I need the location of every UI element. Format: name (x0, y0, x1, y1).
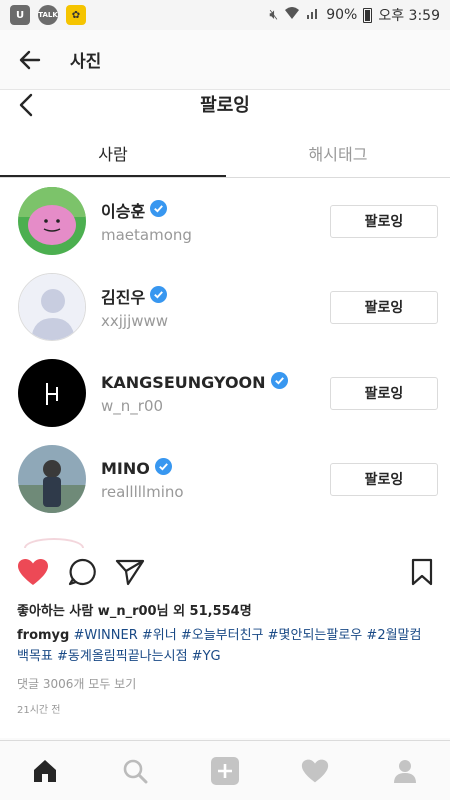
hashtag[interactable]: #YG (192, 649, 221, 664)
avatar[interactable] (18, 273, 86, 341)
following-panel: 팔로잉 사람 해시태그 이승훈 maetamong 팔로잉 김진우 xxjjjw… (0, 90, 450, 548)
username[interactable]: 김진우 (101, 284, 145, 308)
arrow-left-icon (19, 50, 41, 69)
heart-icon[interactable] (17, 558, 49, 590)
clock: 오후 3:59 (378, 8, 440, 24)
nav-activity[interactable] (295, 751, 335, 791)
hashtag[interactable]: #위너 (142, 628, 177, 643)
verified-badge-icon (154, 457, 172, 479)
username[interactable]: KANGSEUNGYOON (101, 373, 266, 392)
post-footer: 좋아하는 사람 w_n_r00님 외 51,554명 fromyg #WINNE… (0, 548, 450, 738)
view-comments-link[interactable]: 댓글 3006개 모두 보기 (17, 675, 433, 692)
home-icon (34, 759, 56, 782)
status-bar: U TALK ✿ 🔇︎ 90% 오후 3:59 (0, 0, 450, 30)
like-count[interactable]: 좋아하는 사람 w_n_r00님 외 51,554명 (17, 600, 433, 619)
hashtag[interactable]: #몇안되는팔로우 (268, 628, 363, 643)
following-header: 팔로잉 (0, 90, 450, 132)
list-item[interactable]: MINO realllllmino 팔로잉 (0, 436, 450, 522)
post-timestamp: 21시간 전 (17, 705, 61, 716)
following-button[interactable]: 팔로잉 (330, 204, 438, 238)
search-icon (123, 759, 148, 783)
modal-back-button[interactable] (14, 92, 38, 118)
tab-hashtags[interactable]: 해시태그 (226, 132, 450, 177)
wifi-icon (284, 6, 300, 24)
user-handle: realllllmino (101, 482, 184, 501)
username[interactable]: 이승훈 (101, 198, 145, 222)
bottom-nav (0, 740, 450, 800)
nav-home[interactable] (25, 751, 65, 791)
hashtag[interactable]: #WINNER (73, 628, 137, 643)
comment-icon[interactable] (67, 557, 97, 591)
nav-profile[interactable] (385, 751, 425, 791)
tab-people[interactable]: 사람 (0, 132, 226, 177)
following-tabs: 사람 해시태그 (0, 132, 450, 178)
talk-icon: TALK (38, 5, 58, 25)
add-post-icon (211, 756, 239, 785)
post-actions (17, 548, 433, 600)
u-app-icon: U (10, 5, 30, 25)
username[interactable]: MINO (101, 459, 150, 478)
user-handle: xxjjjwww (101, 312, 169, 330)
list-item[interactable]: KANGSEUNGYOON w_n_r00 팔로잉 (0, 350, 450, 436)
post-author[interactable]: fromyg (17, 628, 69, 643)
verified-badge-icon (150, 199, 168, 221)
avatar[interactable] (18, 359, 86, 427)
next-avatar-peek (24, 538, 84, 548)
hashtag[interactable]: #동계올림픽끝나는시점 (57, 649, 188, 664)
nav-add[interactable] (205, 751, 245, 791)
following-title: 팔로잉 (200, 95, 250, 116)
user-handle: w_n_r00 (101, 396, 164, 415)
list-item[interactable]: 이승훈 maetamong 팔로잉 (0, 178, 450, 264)
list-item[interactable]: 김진우 xxjjjwww 팔로잉 (0, 264, 450, 350)
page-title: 사진 (70, 52, 102, 72)
profile-icon (394, 759, 416, 783)
following-button[interactable]: 팔로잉 (330, 376, 438, 410)
hashtag[interactable]: #오늘부터친구 (181, 628, 264, 643)
bookmark-icon[interactable] (411, 558, 433, 590)
yellow-app-icon: ✿ (66, 5, 86, 25)
back-button[interactable] (0, 30, 60, 90)
battery-icon (363, 7, 373, 23)
following-button[interactable]: 팔로잉 (330, 462, 438, 496)
nav-search[interactable] (115, 751, 155, 791)
avatar[interactable] (18, 445, 86, 513)
mute-icon: 🔇︎ (269, 7, 279, 23)
post-caption: fromyg #WINNER #위너 #오늘부터친구 #몇안되는팔로우 #2월말… (17, 625, 433, 667)
share-icon[interactable] (115, 558, 145, 590)
verified-badge-icon (150, 285, 168, 307)
avatar[interactable] (18, 187, 86, 255)
battery-percent: 90% (326, 7, 358, 23)
app-bar: 사진 (0, 30, 450, 90)
chevron-left-icon (19, 93, 33, 117)
heart-outline-icon (301, 759, 329, 782)
following-button[interactable]: 팔로잉 (330, 290, 438, 324)
verified-badge-icon (270, 371, 288, 393)
user-handle: maetamong (101, 226, 192, 244)
signal-icon (306, 6, 320, 24)
